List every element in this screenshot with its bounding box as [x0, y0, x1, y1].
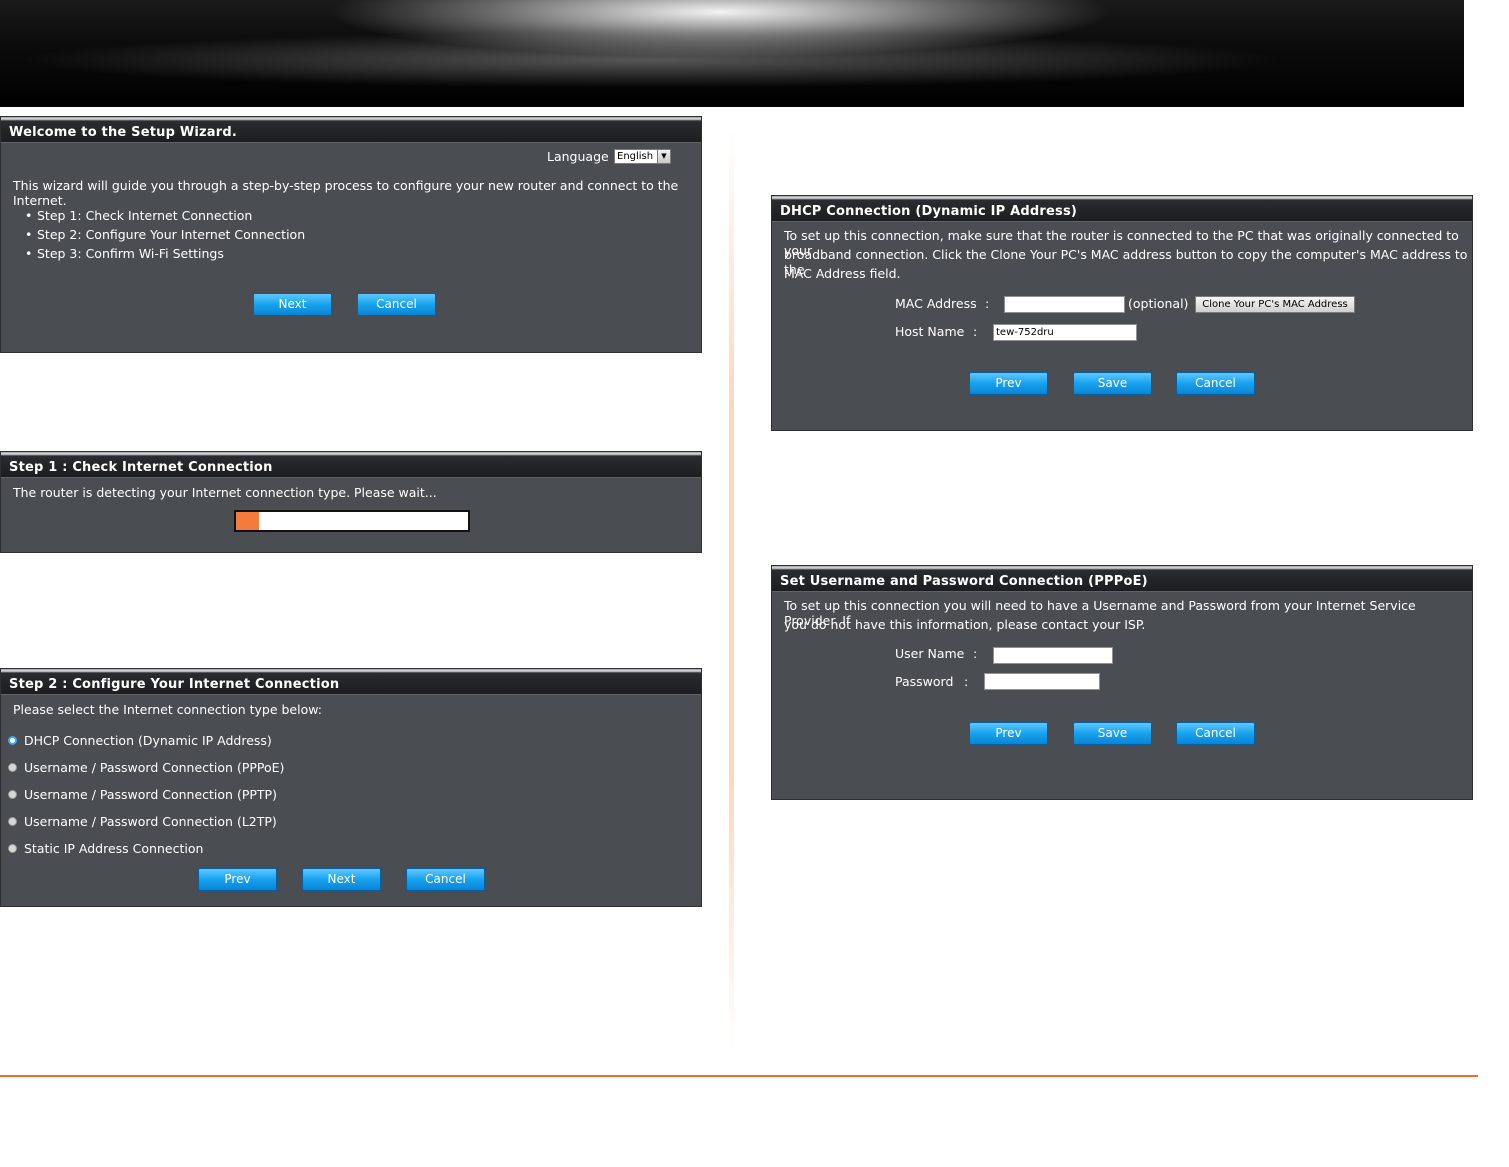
welcome-panel: Welcome to the Setup Wizard. Language : … — [0, 116, 702, 353]
radio-label: Static IP Address Connection — [24, 841, 204, 856]
optional-label: (optional) — [1128, 296, 1189, 311]
radio-label: DHCP Connection (Dynamic IP Address) — [24, 733, 272, 748]
user-colon: : — [973, 646, 978, 661]
prev-button[interactable]: Prev — [198, 868, 277, 891]
radio-icon[interactable] — [8, 844, 17, 853]
detecting-message: The router is detecting your Internet co… — [13, 485, 437, 500]
connection-type-prompt: Please select the Internet connection ty… — [13, 702, 322, 717]
configure-connection-panel: Step 2 : Configure Your Internet Connect… — [0, 668, 702, 907]
host-colon: : — [973, 324, 978, 339]
dhcp-title: DHCP Connection (Dynamic IP Address) — [772, 196, 1472, 222]
next-button[interactable]: Next — [302, 868, 381, 891]
cancel-button[interactable]: Cancel — [1176, 372, 1255, 395]
host-name-label: Host Name — [895, 324, 965, 339]
radio-label: Username / Password Connection (PPPoE) — [24, 760, 285, 775]
welcome-panel-title: Welcome to the Setup Wizard. — [1, 117, 701, 143]
step-item: Step 2: Configure Your Internet Connecti… — [25, 227, 305, 242]
language-select[interactable]: English ▼ — [614, 149, 671, 164]
progress-bar — [234, 510, 470, 532]
cancel-button[interactable]: Cancel — [357, 293, 436, 316]
cancel-button[interactable]: Cancel — [406, 868, 485, 891]
language-label: Language : — [547, 149, 617, 164]
pppoe-title: Set Username and Password Connection (PP… — [772, 566, 1472, 592]
header-banner — [0, 0, 1464, 107]
radio-label: Username / Password Connection (L2TP) — [24, 814, 277, 829]
host-name-input[interactable]: tew-752dru — [993, 324, 1137, 341]
pppoe-panel: Set Username and Password Connection (PP… — [771, 565, 1473, 800]
password-label: Password — [895, 674, 954, 689]
radio-icon[interactable] — [8, 763, 17, 772]
save-button[interactable]: Save — [1073, 372, 1152, 395]
prev-button[interactable]: Prev — [969, 722, 1048, 745]
cancel-button[interactable]: Cancel — [1176, 722, 1255, 745]
radio-option-pptp[interactable]: Username / Password Connection (PPTP) — [8, 787, 408, 805]
user-name-label: User Name — [895, 646, 965, 661]
dhcp-description: MAC Address field. — [784, 266, 901, 281]
step-item: Step 1: Check Internet Connection — [25, 208, 252, 223]
step-item: Step 3: Confirm Wi-Fi Settings — [25, 246, 224, 261]
radio-icon[interactable] — [8, 817, 17, 826]
radio-label: Username / Password Connection (PPTP) — [24, 787, 277, 802]
step1-title: Step 1 : Check Internet Connection — [1, 452, 701, 478]
radio-icon[interactable] — [8, 790, 17, 799]
radio-option-pppoe[interactable]: Username / Password Connection (PPPoE) — [8, 760, 408, 778]
save-button[interactable]: Save — [1073, 722, 1152, 745]
check-connection-panel: Step 1 : Check Internet Connection The r… — [0, 451, 702, 553]
radio-option-l2tp[interactable]: Username / Password Connection (L2TP) — [8, 814, 408, 832]
footer-divider — [0, 1075, 1478, 1077]
radio-selected-icon[interactable] — [8, 736, 17, 745]
pppoe-description: you do not have this information, please… — [784, 617, 1146, 632]
radio-option-dhcp[interactable]: DHCP Connection (Dynamic IP Address) — [8, 733, 408, 751]
user-name-input[interactable] — [993, 647, 1113, 664]
language-value: English — [617, 151, 654, 162]
clone-mac-button[interactable]: Clone Your PC's MAC Address — [1195, 296, 1355, 313]
password-colon: : — [964, 674, 969, 689]
progress-fill — [236, 512, 260, 530]
dhcp-panel: DHCP Connection (Dynamic IP Address) To … — [771, 195, 1473, 431]
password-input[interactable] — [984, 673, 1100, 690]
radio-option-static[interactable]: Static IP Address Connection — [8, 841, 408, 859]
mac-address-label: MAC Address — [895, 296, 977, 311]
prev-button[interactable]: Prev — [969, 372, 1048, 395]
mac-colon: : — [985, 296, 990, 311]
column-divider — [729, 130, 734, 1050]
mac-address-input[interactable] — [1004, 296, 1125, 313]
chevron-down-icon[interactable]: ▼ — [657, 150, 670, 163]
wizard-intro: This wizard will guide you through a ste… — [13, 178, 679, 208]
step2-title: Step 2 : Configure Your Internet Connect… — [1, 669, 701, 695]
next-button[interactable]: Next — [253, 293, 332, 316]
